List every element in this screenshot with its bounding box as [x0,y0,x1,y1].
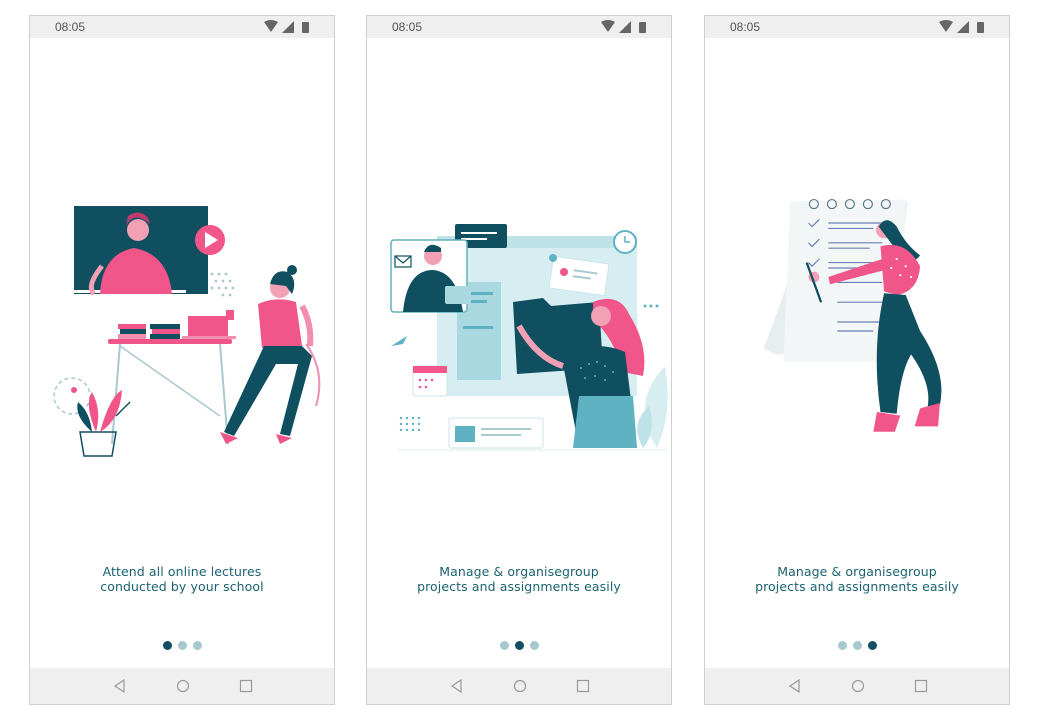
navigation-bar [367,668,671,704]
recents-icon[interactable] [914,679,928,693]
online-lecture-illustration [53,206,321,457]
back-icon[interactable] [113,678,125,694]
page-dot-2[interactable] [852,641,862,650]
page-dot-1[interactable] [837,641,847,650]
onboarding-screen-2: 08:05 Manage & organisegroup projects an… [366,15,672,705]
home-icon[interactable] [851,679,865,693]
page-dot-1[interactable] [162,641,172,650]
caption-line-1: Manage & organisegroup [439,564,599,579]
page-dot-1[interactable] [499,641,509,650]
onboarding-screen-1: 08:05 Attend all online lectures conduct… [29,15,335,705]
caption-line-2: projects and assignments easily [755,579,959,594]
caption-line-1: Manage & organisegroup [777,564,937,579]
home-icon[interactable] [513,679,527,693]
page-dot-3[interactable] [867,641,877,650]
home-icon[interactable] [176,679,190,693]
back-icon[interactable] [450,678,462,694]
recents-icon[interactable] [239,679,253,693]
status-time: 08:05 [730,20,761,34]
wifi-icon [601,20,615,32]
battery-icon [639,22,646,33]
status-bar: 08:05 [705,16,1009,38]
caption-line-2: projects and assignments easily [417,579,621,594]
wifi-icon [264,20,278,32]
onboarding-caption: Manage & organisegroup projects and assi… [367,564,671,594]
page-dot-3[interactable] [529,641,539,650]
checklist-illustration [763,199,942,432]
page-dot-3[interactable] [192,641,202,650]
caption-line-2: conducted by your school [100,579,264,594]
onboarding-screen-3: 08:05 Manage & organisegroup projects an… [704,15,1010,705]
page-dot-2[interactable] [177,641,187,650]
group-projects-illustration [390,224,668,451]
page-dot-2[interactable] [514,641,524,650]
status-bar: 08:05 [367,16,671,38]
signal-icon [957,21,969,33]
signal-icon [282,21,294,33]
onboarding-caption: Manage & organisegroup projects and assi… [705,564,1009,594]
status-time: 08:05 [55,20,86,34]
caption-line-1: Attend all online lectures [102,564,262,579]
back-icon[interactable] [788,678,800,694]
navigation-bar [705,668,1009,704]
onboarding-caption: Attend all online lectures conducted by … [30,564,334,594]
navigation-bar [30,668,334,704]
battery-icon [302,22,309,33]
page-indicator [30,641,334,650]
status-bar: 08:05 [30,16,334,38]
wifi-icon [939,20,953,32]
signal-icon [619,21,631,33]
page-indicator [705,641,1009,650]
battery-icon [977,22,984,33]
recents-icon[interactable] [576,679,590,693]
page-indicator [367,641,671,650]
status-time: 08:05 [392,20,423,34]
